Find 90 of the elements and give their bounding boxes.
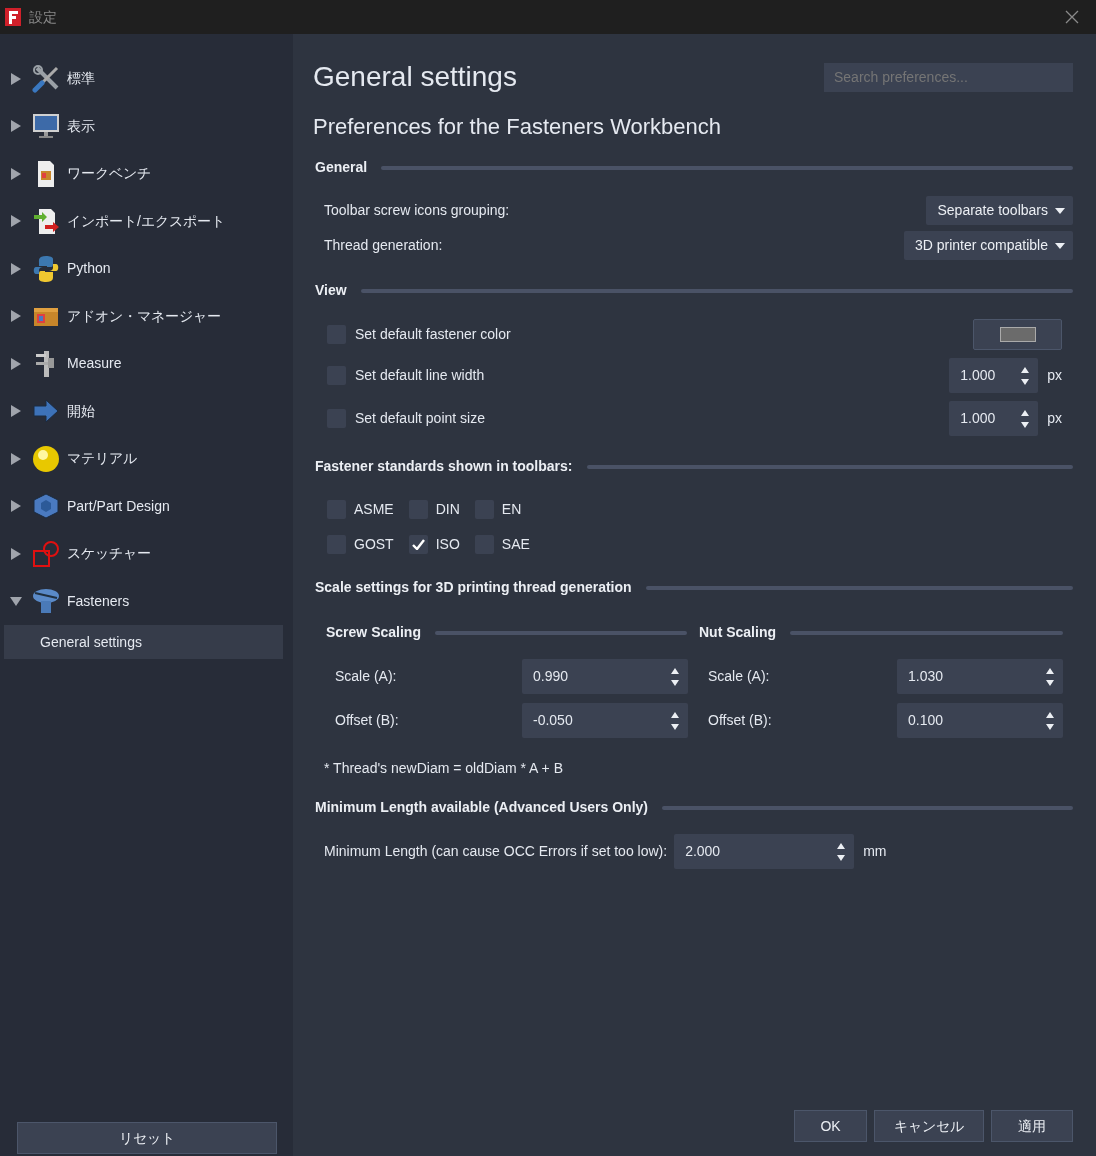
expand-arrow-icon[interactable] [10,214,22,229]
expand-arrow-icon[interactable] [10,309,22,324]
unit-label: px [1047,409,1062,428]
sidebar-item[interactable]: 表示 [0,102,293,150]
checkbox[interactable] [408,535,428,554]
color-button[interactable] [973,319,1062,350]
sidebar-item[interactable]: インポート/エクスポート [0,197,293,245]
field-label: Scale (A): [335,667,398,686]
sphere-icon [32,444,60,473]
caret-icon [1055,207,1065,214]
sidebar-item[interactable]: Fasteners [0,577,293,625]
sidebar-item[interactable]: アドオン・マネージャー [0,292,293,340]
section-heading: General [315,158,368,177]
checkbox-label: ISO [435,535,460,554]
field-label: Minimum Length (can cause OCC Errors if set too low): [324,842,668,861]
close-icon[interactable] [1065,10,1079,24]
dropdown[interactable]: Separate toolbars [926,196,1073,225]
dialog-button[interactable]: キャンセル [874,1110,984,1142]
app-logo-icon [4,7,22,27]
spin-arrows-icon[interactable] [1045,710,1055,731]
expand-arrow-icon[interactable] [10,546,22,561]
dialog-button[interactable]: 適用 [991,1110,1073,1142]
expand-arrow-icon[interactable] [10,71,22,86]
section-heading: Scale settings for 3D printing thread generation [315,578,632,597]
cube-icon [32,492,60,521]
page-subtitle: Preferences for the Fasteners Workbench [313,113,722,141]
sidebar-item[interactable]: Python [0,245,293,293]
sidebar-item[interactable]: Part/Part Design [0,482,293,530]
spin-box[interactable]: -0.050 [522,703,688,738]
sidebar-item[interactable]: Measure [0,340,293,388]
sidebar-item[interactable]: マテリアル [0,435,293,483]
expand-arrow-icon[interactable] [10,261,22,276]
checkbox-label: Set default line width [355,366,486,385]
section-heading: Minimum Length available (Advanced Users Only) [315,798,648,817]
field-label: Scale (A): [708,667,771,686]
spin-arrows-icon[interactable] [670,666,680,687]
sketch-icon [32,539,60,568]
screw-icon [32,587,60,616]
checkbox-label: ASME [354,500,394,519]
spin-arrows-icon[interactable] [836,841,847,862]
field-label: Offset (B): [335,711,400,730]
field-label: Offset (B): [708,711,773,730]
spin-box[interactable]: 1.000 [949,401,1039,436]
page-title: General settings [313,60,517,94]
formula-note: * Thread's newDiam = oldDiam * A + B [323,759,564,778]
dialog-button[interactable]: OK [794,1110,867,1142]
spin-arrows-icon[interactable] [1020,365,1031,386]
field-label: Thread generation: [324,236,444,255]
spin-box[interactable]: 0.990 [522,659,688,694]
expand-arrow-icon[interactable] [10,499,22,514]
section-heading: View [315,281,347,300]
sidebar-item[interactable]: 標準 [0,55,293,103]
field-label: Toolbar screw icons grouping: [324,201,511,220]
spin-box[interactable]: 0.100 [897,703,1063,738]
section-heading: Nut Scaling [699,623,776,642]
checkbox-label: GOST [354,535,394,554]
expand-arrow-icon[interactable] [10,451,22,466]
spin-box[interactable]: 1.000 [949,358,1039,393]
caret-icon [1055,242,1065,249]
spin-box[interactable]: 1.030 [897,659,1063,694]
window-title: 設定 [29,7,58,27]
monitor-icon [32,112,60,141]
reset-button[interactable]: リセット [16,1122,277,1154]
section-heading: Screw Scaling [326,623,421,642]
expand-arrow-icon[interactable] [10,119,22,134]
color-swatch [999,327,1036,342]
spin-box[interactable]: 2.000 [674,834,855,869]
checkbox-label: Set default fastener color [355,325,512,344]
checkbox-label: DIN [435,500,460,519]
python-icon [32,254,60,283]
unit-label: mm [863,842,887,861]
tree-item[interactable]: General settings [4,625,283,659]
spin-arrows-icon[interactable] [670,710,680,731]
sidebar-item[interactable]: 開始 [0,387,293,435]
expand-arrow-icon[interactable] [10,404,22,419]
sidebar-item[interactable]: スケッチャー [0,530,293,578]
checkbox-label: EN [501,500,522,519]
search-field[interactable]: Search preferences... [824,62,1073,92]
checkbox-label: SAE [501,535,530,554]
expand-arrow-icon[interactable] [10,356,22,371]
dropdown[interactable]: 3D printer compatible [903,231,1073,260]
section-heading: Fastener standards shown in toolbars: [315,457,573,476]
tools-icon [32,64,60,93]
spin-arrows-icon[interactable] [1045,666,1055,687]
spin-arrows-icon[interactable] [1020,408,1031,429]
unit-label: px [1047,366,1062,385]
checkbox-label: Set default point size [355,409,486,428]
sidebar-item[interactable]: ワークベンチ [0,150,293,198]
expand-arrow-icon[interactable] [10,166,22,181]
import-export-icon [32,207,60,236]
